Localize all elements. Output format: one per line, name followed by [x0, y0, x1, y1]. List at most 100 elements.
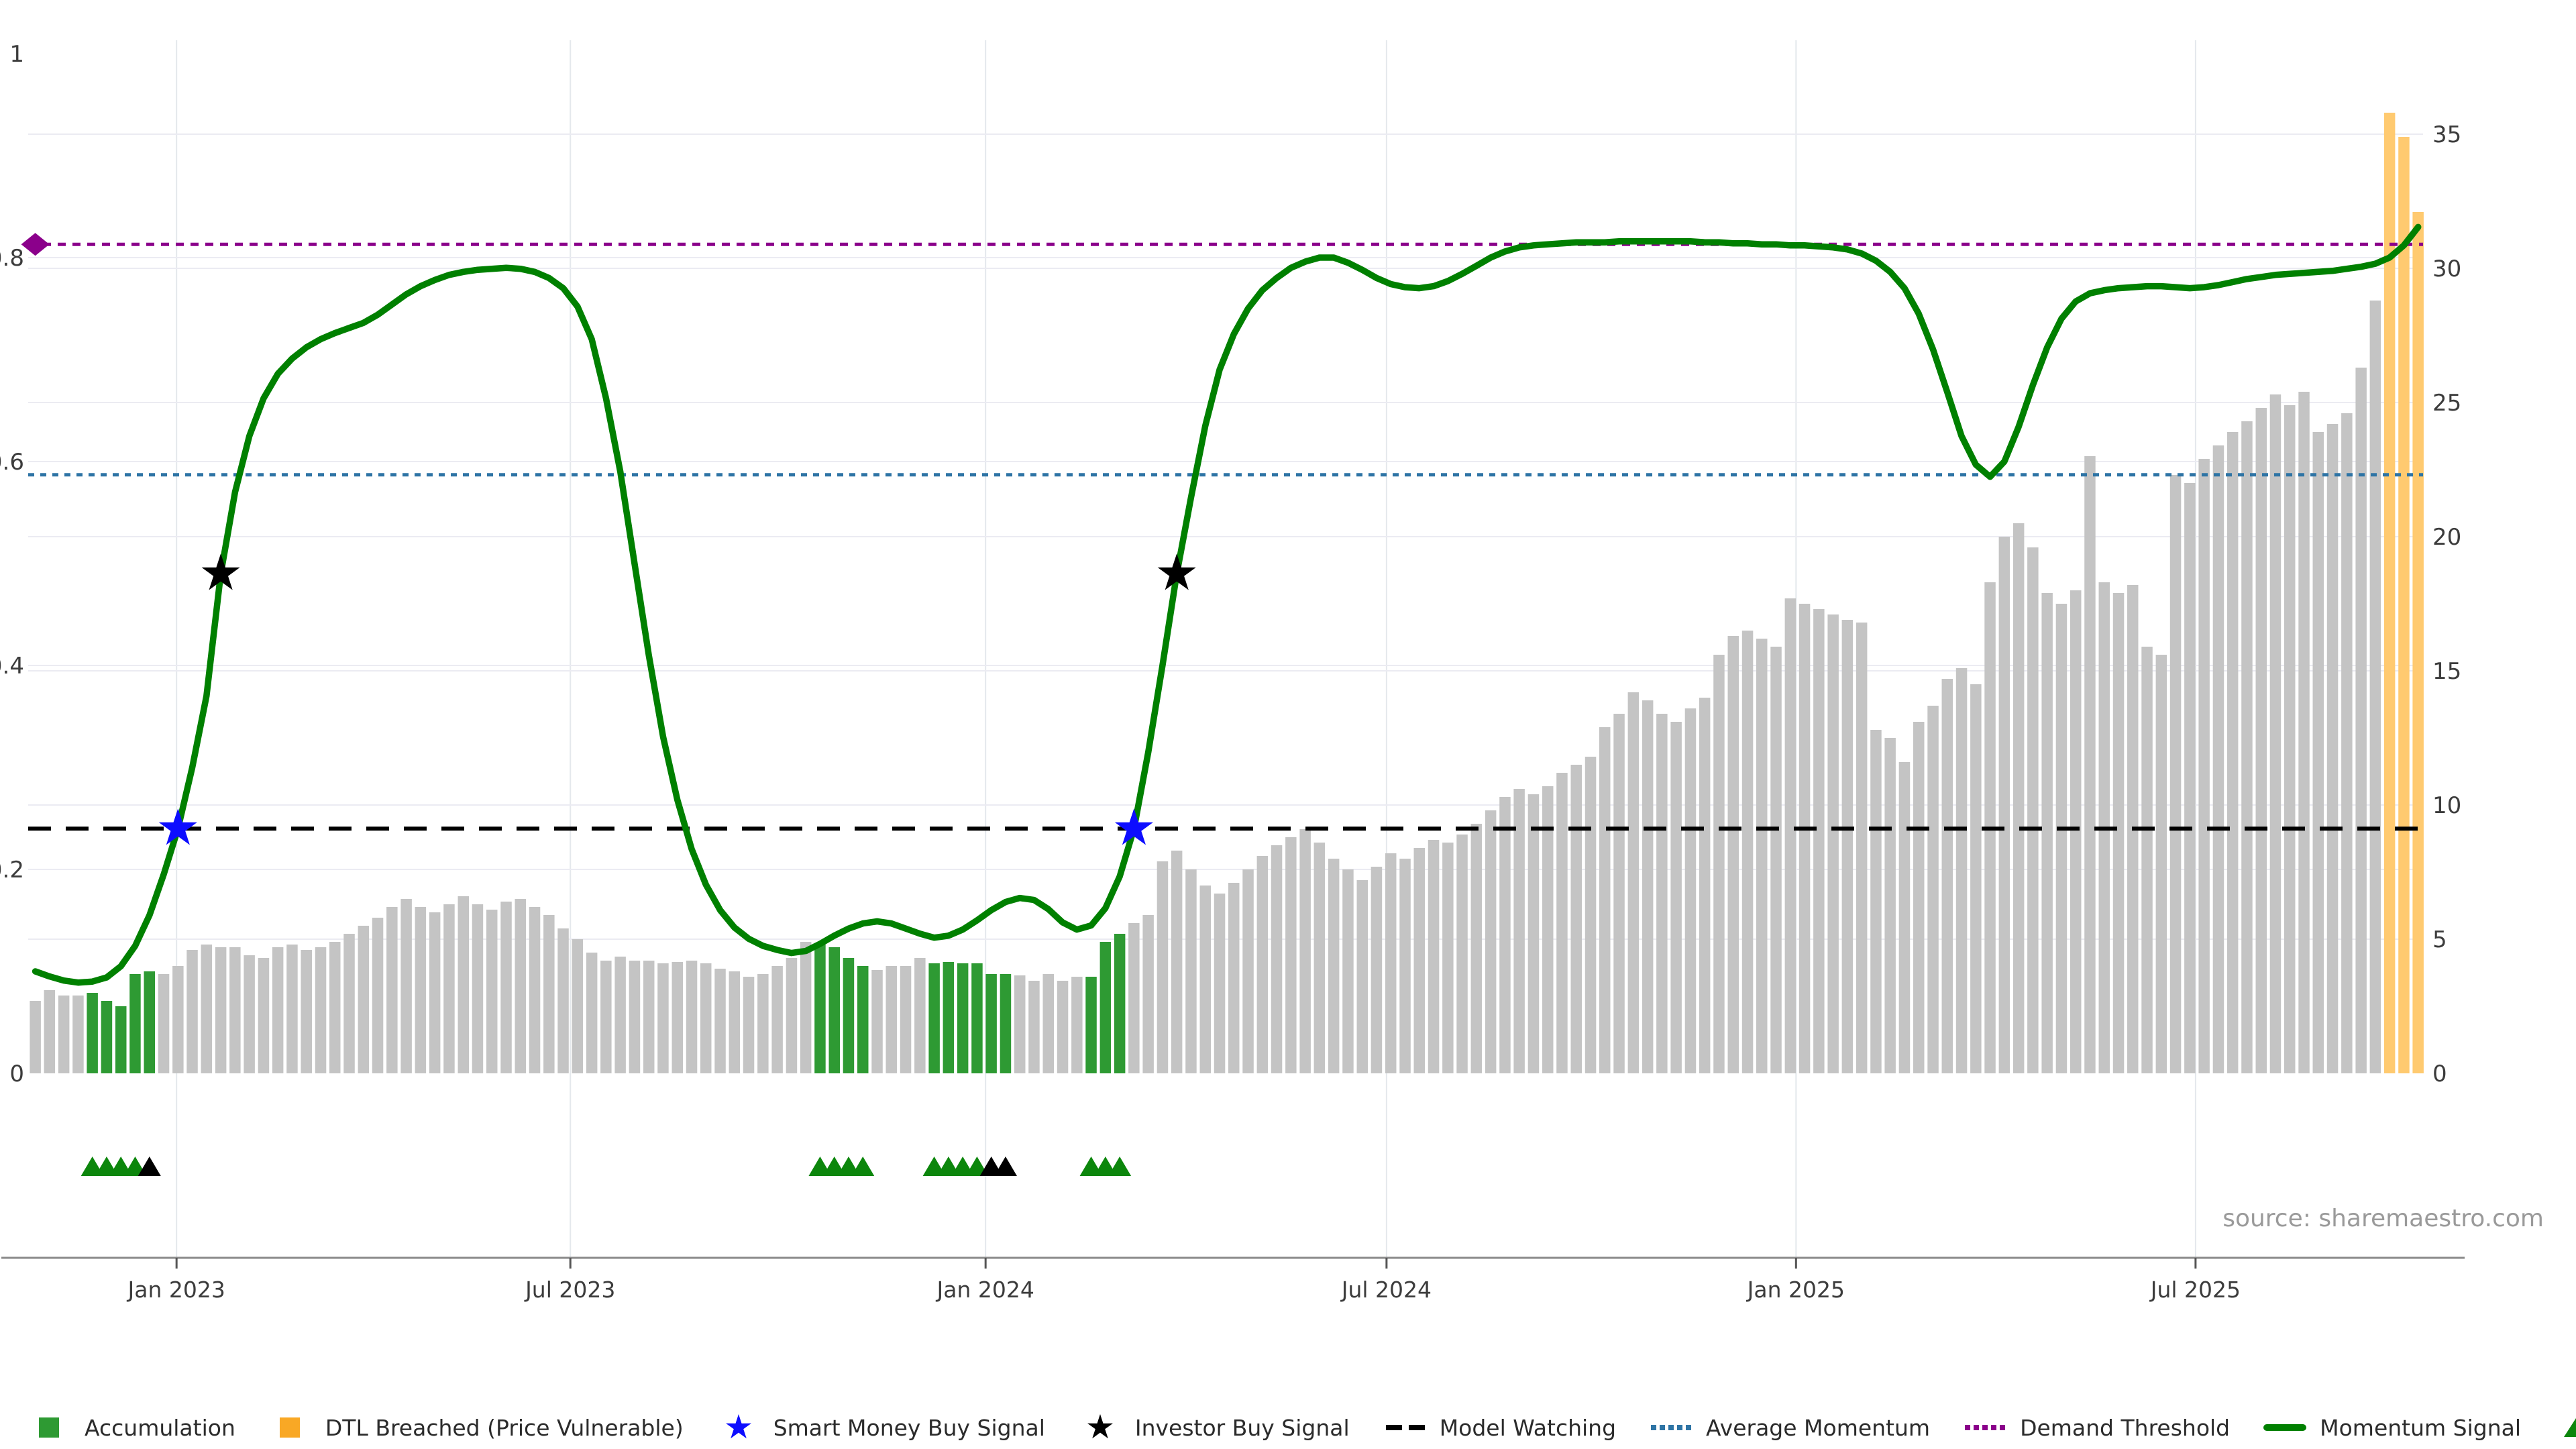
legend-triangle-icon	[2552, 1413, 2576, 1442]
right-axis-tick-label: 15	[2432, 658, 2461, 685]
close-price-bar	[1485, 810, 1497, 1073]
accumulation-triangle-black-icon	[138, 1157, 161, 1176]
close-price-bar	[272, 947, 284, 1073]
close-price-bar	[914, 958, 926, 1073]
close-price-bar	[329, 942, 341, 1073]
accumulation-bar	[129, 974, 141, 1073]
legend-item: Smart Money Buy Signal	[714, 1413, 1045, 1442]
legend-item: Investor Buy Signal	[1076, 1413, 1350, 1442]
close-price-bar	[429, 912, 441, 1073]
close-price-bar	[672, 962, 684, 1073]
close-price-bar	[786, 958, 798, 1073]
close-price-bar	[244, 955, 255, 1073]
close-price-bar	[1513, 789, 1525, 1073]
close-price-bar	[1371, 867, 1383, 1073]
close-price-bar	[1699, 698, 1711, 1073]
close-price-bar	[900, 966, 912, 1073]
legend-star-icon	[714, 1413, 763, 1442]
legend-item-label: Smart Money Buy Signal	[773, 1415, 1045, 1441]
close-price-bar	[1043, 974, 1055, 1073]
close-price-bar	[1128, 923, 1140, 1073]
accumulation-bar	[843, 958, 855, 1073]
legend-dots-icon	[1647, 1413, 1695, 1442]
left-axis-tick-label: 0.6	[0, 449, 24, 476]
close-price-bar	[229, 947, 241, 1073]
close-price-bar	[572, 939, 584, 1073]
close-price-bar	[1228, 883, 1240, 1073]
close-price-bar	[1342, 869, 1354, 1073]
close-price-bar	[186, 950, 198, 1073]
close-price-bar	[1813, 609, 1825, 1073]
close-price-bar	[1913, 722, 1925, 1073]
close-price-bar	[2070, 590, 2082, 1073]
close-price-bar	[2184, 483, 2196, 1073]
close-price-bar	[543, 915, 555, 1073]
legend-item-label: Average Momentum	[1706, 1415, 1930, 1441]
close-price-bar	[515, 899, 527, 1073]
close-price-bar	[1328, 859, 1340, 1073]
accumulation-bar	[1100, 942, 1112, 1073]
close-price-bar	[1528, 794, 1540, 1073]
close-price-bar	[1499, 797, 1511, 1073]
chart-page: Jan 2023Jul 2023Jan 2024Jul 2024Jan 2025…	[0, 0, 2576, 1449]
close-price-bar	[1428, 840, 1440, 1073]
legend-dots-icon	[1961, 1413, 2009, 1442]
accumulation-bar	[829, 947, 841, 1073]
close-price-bar	[1185, 869, 1197, 1073]
close-price-bar	[1942, 679, 1953, 1073]
close-price-bar	[1756, 639, 1768, 1073]
close-price-bar	[58, 996, 70, 1073]
close-price-bar	[714, 969, 726, 1073]
close-price-bar	[614, 957, 626, 1073]
accumulation-bar	[144, 971, 156, 1073]
close-price-bar	[2284, 405, 2296, 1073]
close-price-bar	[1899, 762, 1911, 1073]
close-price-bar	[1742, 631, 1754, 1073]
right-axis-tick-label: 0	[2432, 1061, 2447, 1087]
accumulation-bar	[814, 945, 826, 1073]
close-price-bar	[2270, 394, 2282, 1073]
close-price-bar	[2341, 413, 2353, 1073]
x-axis-tick-label: Jul 2024	[1340, 1277, 1432, 1303]
legend-item: DTL Breached (Price Vulnerable)	[266, 1413, 684, 1442]
x-axis-tick-label: Jan 2024	[936, 1277, 1034, 1303]
legend-item: Accumulation	[25, 1413, 235, 1442]
dtl-breached-bar	[2412, 212, 2424, 1073]
close-price-bar	[1770, 647, 1782, 1073]
close-price-bar	[1927, 706, 1939, 1073]
close-price-bar	[686, 961, 698, 1073]
accumulation-bar	[115, 1006, 127, 1073]
close-price-bar	[386, 907, 398, 1073]
chart-canvas: Jan 2023Jul 2023Jan 2024Jul 2024Jan 2025…	[0, 0, 2576, 1449]
left-axis-tick-label: 0.8	[0, 245, 24, 272]
legend-item-label: Model Watching	[1440, 1415, 1616, 1441]
accumulation-bar	[857, 966, 869, 1073]
accumulation-bar	[971, 963, 983, 1073]
close-price-bar	[1556, 773, 1568, 1073]
accumulation-bar	[957, 963, 969, 1073]
close-price-bar	[2113, 593, 2125, 1073]
right-axis-tick-label: 35	[2432, 121, 2461, 148]
close-price-bar	[886, 966, 898, 1073]
right-axis-tick-label: 30	[2432, 256, 2461, 282]
close-price-bar	[1456, 835, 1468, 1073]
close-price-bar	[1257, 856, 1269, 1073]
x-axis-tick-label: Jan 2025	[1746, 1277, 1845, 1303]
demand-threshold-diamond-icon	[21, 233, 50, 256]
close-price-bar	[2227, 432, 2239, 1073]
legend-line-icon	[2261, 1413, 2309, 1442]
x-axis-tick-label: Jan 2023	[127, 1277, 225, 1303]
close-price-bar	[2327, 424, 2339, 1073]
left-axis-tick-label: 0.2	[0, 857, 24, 883]
accumulation-bar	[1000, 974, 1012, 1073]
close-price-bar	[30, 1001, 41, 1073]
close-price-bar	[72, 996, 84, 1073]
accumulation-bar	[943, 962, 955, 1073]
close-price-bar	[1028, 981, 1040, 1073]
legend-star-icon	[1076, 1413, 1124, 1442]
close-price-bar	[1314, 843, 1326, 1073]
left-axis-tick-label: 0	[9, 1061, 24, 1087]
close-price-bar	[1200, 885, 1212, 1073]
close-price-bar	[486, 910, 498, 1073]
chart-legend: Close PriceAccumulationDTL Breached (Pri…	[0, 1413, 2576, 1442]
